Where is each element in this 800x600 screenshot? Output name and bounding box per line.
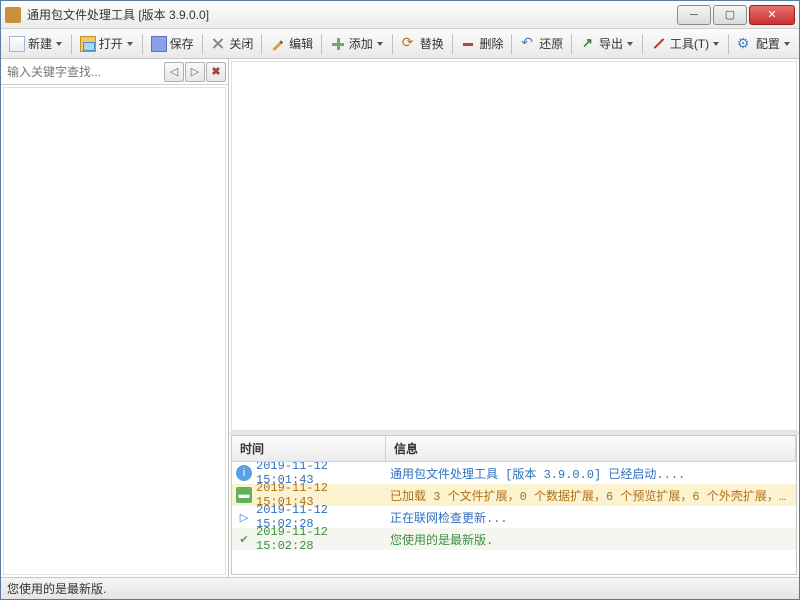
save-button[interactable]: 保存: [147, 33, 198, 54]
app-window: 通用包文件处理工具 [版本 3.9.0.0] ─ ▢ ✕ 新建 打开 保存 关闭…: [0, 0, 800, 600]
open-folder-icon: [80, 36, 96, 52]
log-info: 正在联网检查更新...: [390, 509, 792, 526]
dropdown-icon: [712, 40, 720, 48]
statusbar: 您使用的是最新版.: [1, 577, 799, 599]
separator: [511, 34, 512, 54]
tool-button[interactable]: 工具(T): [647, 33, 724, 54]
open-label: 打开: [99, 35, 123, 52]
delete-icon: [460, 36, 476, 52]
replace-icon: [401, 36, 417, 52]
info-icon: i: [236, 465, 252, 481]
separator: [452, 34, 453, 54]
add-label: 添加: [349, 35, 373, 52]
close-label: 关闭: [229, 35, 253, 52]
export-label: 导出: [599, 35, 623, 52]
separator: [71, 34, 72, 54]
dropdown-icon: [626, 40, 634, 48]
new-button[interactable]: 新建: [5, 33, 67, 54]
separator: [571, 34, 572, 54]
app-icon: [5, 7, 21, 23]
open-button[interactable]: 打开: [76, 33, 138, 54]
msg-icon: ▬: [236, 487, 252, 503]
play-icon: ▷: [236, 509, 252, 525]
separator: [321, 34, 322, 54]
delete-label: 删除: [479, 35, 503, 52]
export-icon: [580, 36, 596, 52]
content-area[interactable]: [231, 61, 797, 431]
minimize-button[interactable]: ─: [677, 5, 711, 25]
separator: [202, 34, 203, 54]
log-header-time[interactable]: 时间: [232, 436, 386, 461]
new-label: 新建: [28, 35, 52, 52]
window-controls: ─ ▢ ✕: [677, 5, 795, 25]
separator: [142, 34, 143, 54]
tool-label: 工具(T): [670, 35, 709, 52]
save-label: 保存: [170, 35, 194, 52]
separator: [392, 34, 393, 54]
restore-button[interactable]: 还原: [516, 33, 567, 54]
dropdown-icon: [126, 40, 134, 48]
search-input[interactable]: [3, 63, 163, 81]
status-text: 您使用的是最新版.: [7, 580, 106, 597]
log-pane: 时间 信息 i2019-11-12 15:01:43通用包文件处理工具 [版本 …: [231, 435, 797, 575]
maximize-button[interactable]: ▢: [713, 5, 747, 25]
add-icon: [330, 36, 346, 52]
edit-button[interactable]: 编辑: [266, 33, 317, 54]
right-pane: 时间 信息 i2019-11-12 15:01:43通用包文件处理工具 [版本 …: [229, 59, 799, 577]
close-icon: [210, 36, 226, 52]
edit-icon: [270, 36, 286, 52]
add-button[interactable]: 添加: [326, 33, 388, 54]
left-pane: ◁ ▷ ✖: [1, 59, 229, 577]
log-info: 已加载 3 个文件扩展，0 个数据扩展，6 个预览扩展，6 个外壳扩展，1 个.…: [390, 487, 792, 504]
log-info: 您使用的是最新版.: [390, 531, 792, 548]
delete-button[interactable]: 删除: [456, 33, 507, 54]
search-row: ◁ ▷ ✖: [1, 59, 228, 85]
log-info: 通用包文件处理工具 [版本 3.9.0.0] 已经启动....: [390, 465, 792, 482]
titlebar[interactable]: 通用包文件处理工具 [版本 3.9.0.0] ─ ▢ ✕: [1, 1, 799, 29]
export-button[interactable]: 导出: [576, 33, 638, 54]
body-area: ◁ ▷ ✖ 时间 信息 i2019-11-12 15:01:43通用包文件处理工…: [1, 59, 799, 577]
next-button[interactable]: ▷: [185, 62, 205, 82]
log-time: 2019-11-12 15:02:28: [256, 525, 390, 553]
log-header: 时间 信息: [232, 436, 796, 462]
replace-button[interactable]: 替换: [397, 33, 448, 54]
close-file-button[interactable]: 关闭: [206, 33, 257, 54]
dropdown-icon: [783, 40, 791, 48]
separator: [261, 34, 262, 54]
separator: [642, 34, 643, 54]
log-row[interactable]: ✔2019-11-12 15:02:28您使用的是最新版.: [232, 528, 796, 550]
tool-icon: [651, 36, 667, 52]
restore-icon: [520, 36, 536, 52]
clear-button[interactable]: ✖: [206, 62, 226, 82]
close-button[interactable]: ✕: [749, 5, 795, 25]
restore-label: 还原: [539, 35, 563, 52]
check-icon: ✔: [236, 531, 252, 547]
config-button[interactable]: 配置: [733, 33, 795, 54]
log-rows[interactable]: i2019-11-12 15:01:43通用包文件处理工具 [版本 3.9.0.…: [232, 462, 796, 574]
new-file-icon: [9, 36, 25, 52]
log-header-info[interactable]: 信息: [386, 436, 796, 461]
dropdown-icon: [376, 40, 384, 48]
save-icon: [151, 36, 167, 52]
toolbar: 新建 打开 保存 关闭 编辑 添加 替换 删除 还原 导出 工具(T) 配置: [1, 29, 799, 59]
separator: [728, 34, 729, 54]
replace-label: 替换: [420, 35, 444, 52]
gear-icon: [737, 36, 753, 52]
prev-button[interactable]: ◁: [164, 62, 184, 82]
dropdown-icon: [55, 40, 63, 48]
window-title: 通用包文件处理工具 [版本 3.9.0.0]: [27, 6, 677, 23]
edit-label: 编辑: [289, 35, 313, 52]
tree-view[interactable]: [3, 87, 226, 575]
config-label: 配置: [756, 35, 780, 52]
